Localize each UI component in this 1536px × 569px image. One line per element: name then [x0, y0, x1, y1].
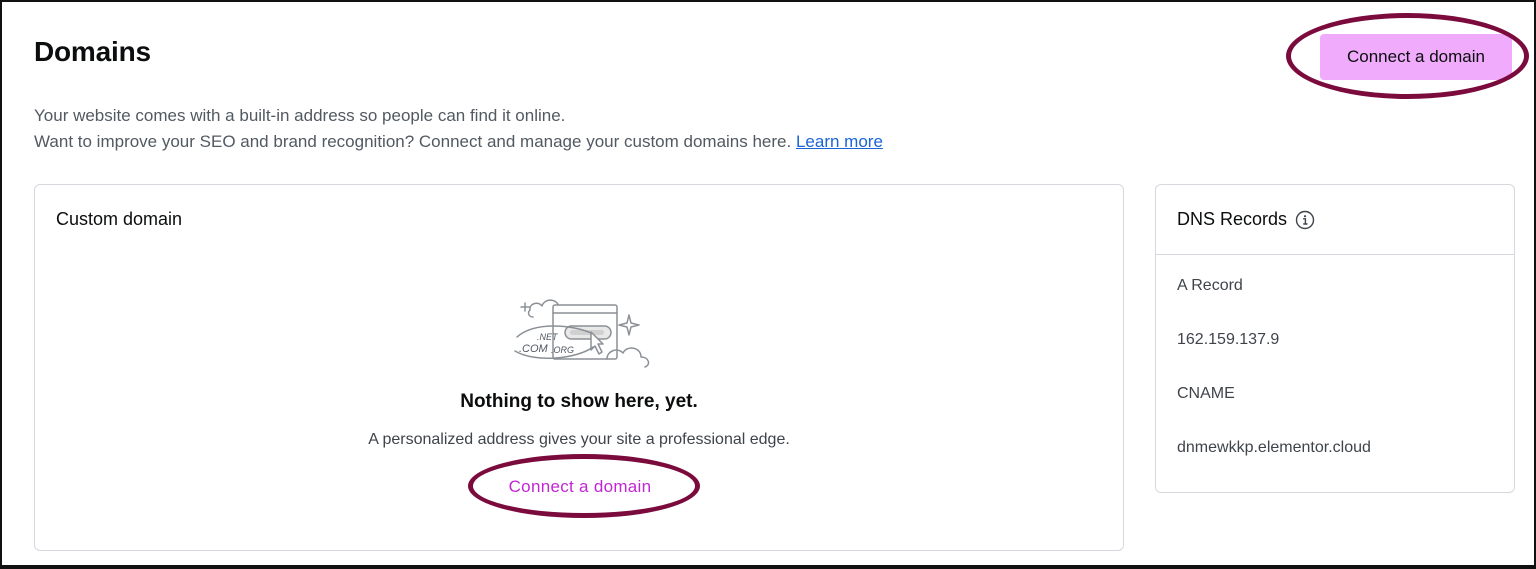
- page-description: Your website comes with a built-in addre…: [34, 103, 883, 155]
- empty-state-title: Nothing to show here, yet.: [460, 391, 698, 412]
- custom-domain-card: Custom domain .NET .COM .ORG Nothing to …: [34, 184, 1124, 551]
- cname-label: CNAME: [1177, 385, 1235, 402]
- page-title: Domains: [34, 36, 151, 67]
- info-icon[interactable]: [1295, 210, 1315, 230]
- illustration-label-com: .COM: [519, 343, 549, 355]
- custom-domain-title: Custom domain: [56, 209, 183, 229]
- dns-records-card: DNS Records A Record 162.159.137.9 CNAME…: [1155, 184, 1515, 493]
- dns-records-title-text: DNS Records: [1177, 209, 1288, 229]
- illustration-label-net: .NET: [537, 332, 559, 342]
- a-record-value: 162.159.137.9: [1177, 331, 1280, 348]
- description-line-1: Your website comes with a built-in addre…: [34, 106, 566, 125]
- empty-state-subtitle: A personalized address gives your site a…: [368, 431, 790, 448]
- domain-browser-illustration: .NET .COM .ORG: [514, 299, 650, 368]
- illustration-label-org: .ORG: [551, 345, 574, 355]
- cname-value: dnmewkkp.elementor.cloud: [1177, 439, 1371, 456]
- learn-more-link[interactable]: Learn more: [796, 132, 883, 151]
- dns-records-title: DNS Records: [1177, 209, 1315, 230]
- page-frame: Domains Connect a domain Your website co…: [0, 0, 1536, 569]
- a-record-label: A Record: [1177, 277, 1243, 294]
- connect-domain-link[interactable]: Connect a domain: [488, 473, 672, 501]
- connect-domain-button[interactable]: Connect a domain: [1320, 34, 1512, 80]
- description-line-2-text: Want to improve your SEO and brand recog…: [34, 132, 792, 151]
- dns-records-header: DNS Records: [1156, 185, 1514, 255]
- description-line-2: Want to improve your SEO and brand recog…: [34, 129, 883, 155]
